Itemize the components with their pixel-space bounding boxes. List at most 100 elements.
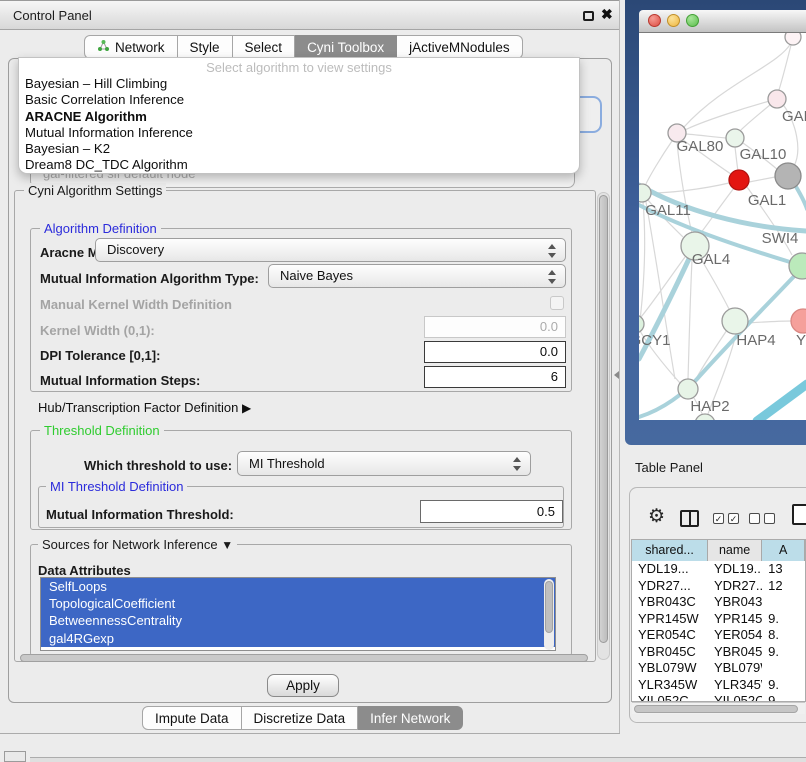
tab-style[interactable]: Style: [178, 35, 233, 59]
algorithm-option-basic-correlation-inference[interactable]: Basic Correlation Inference: [19, 92, 579, 108]
table-horizontal-scrollbar[interactable]: [632, 702, 805, 714]
table-cell: YDR27...: [708, 578, 762, 595]
minimize-traffic-light-icon[interactable]: [667, 14, 680, 27]
algorithm-popup-hint: Select algorithm to view settings: [19, 60, 579, 76]
algorithm-option-mutual-information-inference[interactable]: Mutual Information Inference: [19, 125, 579, 141]
apply-button[interactable]: Apply: [267, 674, 339, 697]
attribute-item-selfloops[interactable]: SelfLoops: [41, 578, 555, 595]
table-row[interactable]: YBR045CYBR045C9.: [632, 644, 805, 661]
table-panel-title: Table Panel: [635, 460, 703, 475]
sources-legend[interactable]: Sources for Network Inference ▼: [38, 537, 237, 552]
export-table-icon[interactable]: [792, 504, 806, 525]
network-edge: [748, 321, 791, 323]
settings-hscroll-thumb[interactable]: [20, 654, 588, 662]
app-root: Control Panel ✖ NetworkStyleSelectCyni T…: [0, 0, 806, 762]
tab-network[interactable]: Network: [84, 35, 178, 59]
table-row[interactable]: YLR345WYLR345W9.: [632, 677, 805, 694]
table-cell: [762, 660, 805, 677]
kernel-width-field[interactable]: 0.0: [424, 316, 566, 338]
algorithm-option-dream8-dc-tdc-algorithm[interactable]: Dream8 DC_TDC Algorithm: [19, 157, 579, 173]
network-node[interactable]: [775, 163, 801, 189]
float-window-icon[interactable]: [583, 11, 594, 21]
table-settings-gear-icon[interactable]: ⚙: [648, 505, 665, 528]
network-node[interactable]: [768, 90, 786, 108]
settings-vertical-scrollbar[interactable]: [597, 192, 610, 660]
hub-definition-label: Hub/Transcription Factor Definition: [38, 400, 238, 415]
column-header-name[interactable]: name: [708, 540, 762, 561]
algorithm-option-aracne-algorithm[interactable]: ARACNE Algorithm: [19, 109, 579, 125]
close-traffic-light-icon[interactable]: [648, 14, 661, 27]
spinner-arrows-icon: [548, 243, 556, 259]
spinner-arrows-icon: [548, 269, 556, 285]
node-label-gal1: GAL1: [748, 192, 786, 209]
which-threshold-combo[interactable]: MI Threshold: [237, 451, 531, 476]
tab-impute-data[interactable]: Impute Data: [142, 706, 242, 730]
table-row[interactable]: YER054CYER054C8.: [632, 627, 805, 644]
manual-kernel-checkbox[interactable]: [550, 296, 564, 310]
node-label-y: Y: [796, 332, 806, 349]
mi-steps-field[interactable]: 6: [424, 366, 566, 388]
network-window-titlebar[interactable]: [639, 10, 806, 33]
cyni-mode-tab-bar: Impute DataDiscretize DataInfer Network: [142, 706, 463, 730]
table-hscroll-thumb[interactable]: [634, 705, 798, 713]
node-label-hap2: HAP2: [690, 398, 729, 415]
tab-jactivemnodules[interactable]: jActiveMNodules: [397, 35, 523, 59]
deselect-all-checkbox-icon[interactable]: [764, 513, 775, 524]
table-header-row: shared...nameA: [632, 540, 805, 561]
network-node[interactable]: [726, 129, 744, 147]
table-row[interactable]: YBR043CYBR043C: [632, 594, 805, 611]
mi-threshold-field[interactable]: 0.5: [420, 500, 563, 523]
dpi-tolerance-field[interactable]: 0.0: [424, 341, 566, 363]
mi-type-combo[interactable]: Naive Bayes: [268, 264, 566, 288]
aracne-mode-combo[interactable]: Discovery: [95, 238, 566, 262]
network-canvas[interactable]: GALGAL80GAL10GAL1GAL11SWI4GAL4GCY1HAP4YH…: [639, 33, 806, 420]
network-node[interactable]: [639, 315, 644, 333]
tab-select[interactable]: Select: [233, 35, 296, 59]
attribute-item-betweennesscentrality[interactable]: BetweennessCentrality: [41, 612, 555, 629]
table-cell: 13: [762, 561, 805, 578]
tab-infer-network[interactable]: Infer Network: [358, 706, 463, 730]
deselect-all-checkbox-icon[interactable]: [749, 513, 760, 524]
attribute-item-topologicalcoefficient[interactable]: TopologicalCoefficient: [41, 595, 555, 612]
network-edge: [688, 260, 692, 379]
select-all-checkbox-icon[interactable]: ✓: [728, 513, 739, 524]
network-node[interactable]: [678, 379, 698, 399]
tab-cyni-toolbox[interactable]: Cyni Toolbox: [295, 35, 397, 59]
network-node[interactable]: [722, 308, 748, 334]
network-node[interactable]: [785, 33, 801, 45]
table-row[interactable]: YPR145WYPR145W9.: [632, 611, 805, 628]
table-row[interactable]: YDL19...YDL19...13: [632, 561, 805, 578]
data-attributes-list[interactable]: SelfLoopsTopologicalCoefficientBetweenne…: [40, 577, 556, 651]
chevron-right-icon: ▶: [242, 401, 251, 415]
attribute-list-scrollbar[interactable]: [544, 579, 554, 650]
attribute-list-scroll-thumb[interactable]: [545, 581, 553, 633]
network-node[interactable]: [789, 253, 806, 279]
close-window-icon[interactable]: ✖: [601, 6, 613, 23]
node-table[interactable]: shared...nameA YDL19...YDL19...13YDR27..…: [631, 539, 806, 702]
select-all-checkbox-icon[interactable]: ✓: [713, 513, 724, 524]
algorithm-option-bayesian-k2[interactable]: Bayesian – K2: [19, 141, 579, 157]
show-columns-icon[interactable]: [680, 510, 699, 527]
network-edge: [735, 147, 738, 171]
spinner-arrows-icon: [513, 456, 521, 472]
kernel-width-label: Kernel Width (0,1):: [40, 323, 155, 338]
table-row[interactable]: YDR27...YDR27...12: [632, 578, 805, 595]
control-panel-tab-bar: NetworkStyleSelectCyni ToolboxjActiveMNo…: [84, 35, 523, 59]
dpi-tolerance-label: DPI Tolerance [0,1]:: [40, 348, 160, 363]
column-header-shared[interactable]: shared...: [632, 540, 708, 561]
algorithm-option-bayesian-hill-climbing[interactable]: Bayesian – Hill Climbing: [19, 76, 579, 92]
column-header-a[interactable]: A: [762, 540, 805, 561]
table-row[interactable]: YIL052CYIL052C9: [632, 693, 805, 702]
zoom-traffic-light-icon[interactable]: [686, 14, 699, 27]
splitter-collapse-icon[interactable]: [614, 371, 619, 379]
settings-vscroll-thumb[interactable]: [599, 195, 608, 643]
network-node[interactable]: [639, 184, 651, 202]
network-node[interactable]: [729, 170, 749, 190]
hub-definition-expander[interactable]: Hub/Transcription Factor Definition ▶: [38, 400, 251, 415]
tab-discretize-data[interactable]: Discretize Data: [242, 706, 359, 730]
attribute-item-gal4rgexp[interactable]: gal4RGexp: [41, 630, 555, 647]
control-panel-titlebar[interactable]: Control Panel ✖: [0, 0, 620, 30]
table-row[interactable]: YBL079WYBL079W: [632, 660, 805, 677]
settings-horizontal-scrollbar[interactable]: [18, 653, 592, 663]
network-node[interactable]: [791, 309, 806, 333]
